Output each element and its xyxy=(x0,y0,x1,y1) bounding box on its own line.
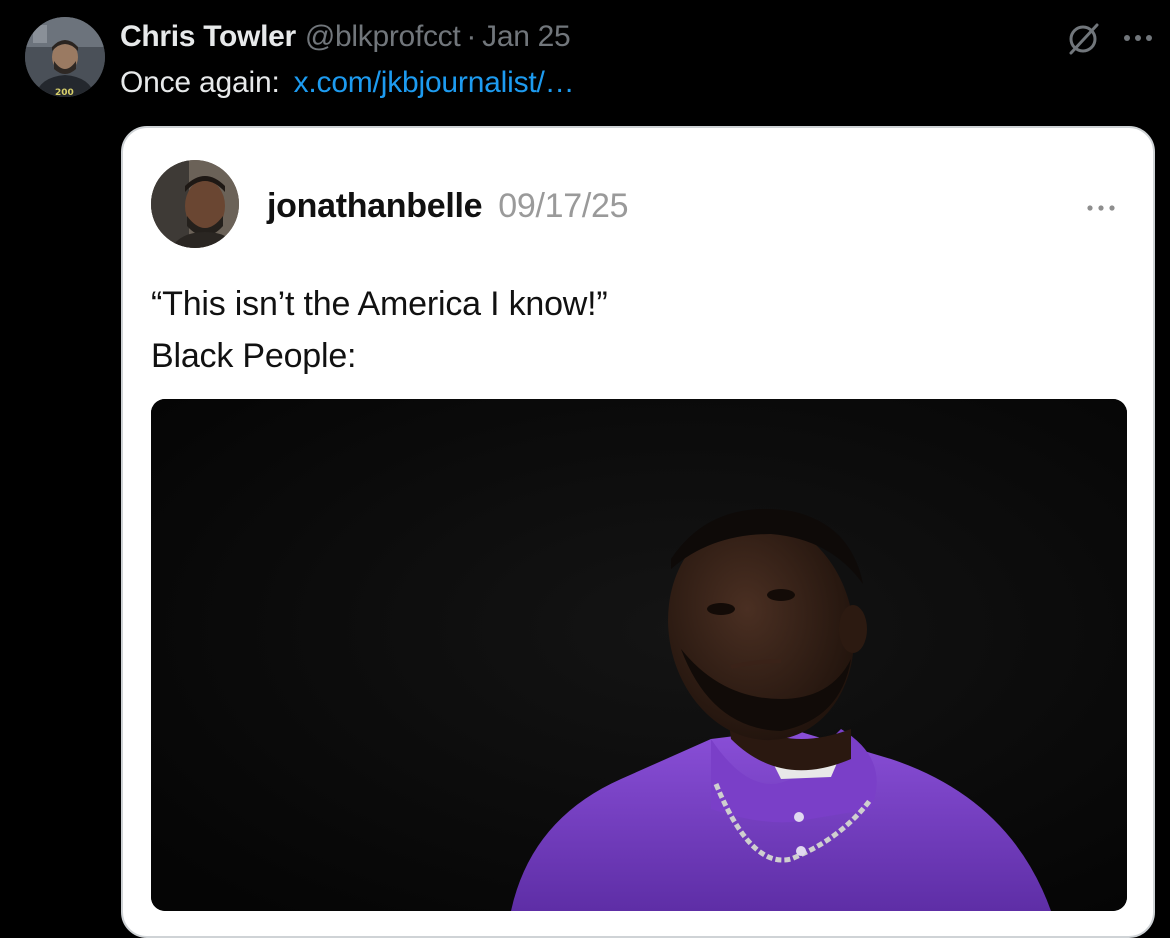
quoted-more-icon[interactable] xyxy=(1081,188,1121,228)
profile-photo-icon xyxy=(151,160,239,248)
tweet-text: Once again: xyxy=(120,66,280,99)
profile-photo-icon: 200 xyxy=(25,17,105,97)
tweet-link[interactable]: x.com/jkbjournalist/… xyxy=(294,66,575,100)
quoted-header: jonathanbelle 09/17/25 xyxy=(267,184,629,228)
quoted-image[interactable] xyxy=(151,399,1127,911)
header-separator: · xyxy=(466,20,477,53)
quoted-post-card[interactable]: jonathanbelle 09/17/25 “This isn’t the A… xyxy=(121,126,1155,938)
grok-icon[interactable] xyxy=(1064,20,1102,58)
tweet-page: 200 Chris Towler @blkprofcct · Jan 25 On… xyxy=(0,0,1170,938)
svg-text:200: 200 xyxy=(55,88,74,97)
more-options-icon[interactable] xyxy=(1118,18,1158,58)
tweet-header: Chris Towler @blkprofcct · Jan 25 xyxy=(120,17,571,57)
quoted-username[interactable]: jonathanbelle xyxy=(267,187,483,226)
quoted-date: 09/17/25 xyxy=(498,186,629,225)
tweet-date[interactable]: Jan 25 xyxy=(482,20,571,54)
quoted-text-line-1: “This isn’t the America I know!” xyxy=(151,285,608,323)
author-handle[interactable]: @blkprofcct xyxy=(305,20,461,54)
author-avatar[interactable]: 200 xyxy=(25,17,105,97)
tweet-body: Once again: x.com/jkbjournalist/… xyxy=(120,62,575,104)
meme-photo xyxy=(151,399,1127,911)
quoted-text: “This isn’t the America I know!” Black P… xyxy=(151,278,608,382)
quoted-author-avatar[interactable] xyxy=(151,160,239,248)
author-display-name[interactable]: Chris Towler xyxy=(120,20,296,54)
quoted-text-line-2: Black People: xyxy=(151,337,357,375)
